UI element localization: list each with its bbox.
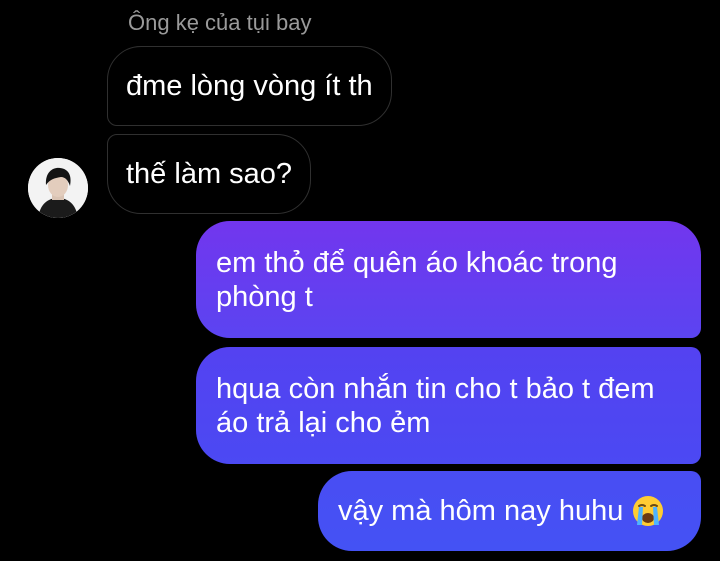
loudly-crying-face-icon (631, 494, 665, 528)
outgoing-message-bubble[interactable]: hqua còn nhắn tin cho t bảo t đem áo trả… (196, 347, 701, 464)
message-text: vậy mà hôm nay huhu (338, 495, 624, 527)
sender-name: Ông kẹ của tụi bay (128, 10, 312, 35)
message-text: thế làm sao? (126, 158, 293, 190)
avatar-photo-icon (28, 158, 88, 218)
message-text: hqua còn nhắn tin cho t bảo t đem áo trả… (216, 372, 655, 439)
message-text: đme lòng vòng ít th (126, 70, 373, 102)
outgoing-message-bubble[interactable]: vậy mà hôm nay huhu (318, 471, 701, 551)
message-text: em thỏ để quên áo khoác trong phòng t (216, 246, 618, 313)
outgoing-message-bubble[interactable]: em thỏ để quên áo khoác trong phòng t (196, 221, 701, 338)
avatar[interactable] (28, 158, 88, 218)
incoming-message-bubble[interactable]: đme lòng vòng ít th (107, 46, 392, 126)
incoming-message-bubble[interactable]: thế làm sao? (107, 134, 312, 214)
